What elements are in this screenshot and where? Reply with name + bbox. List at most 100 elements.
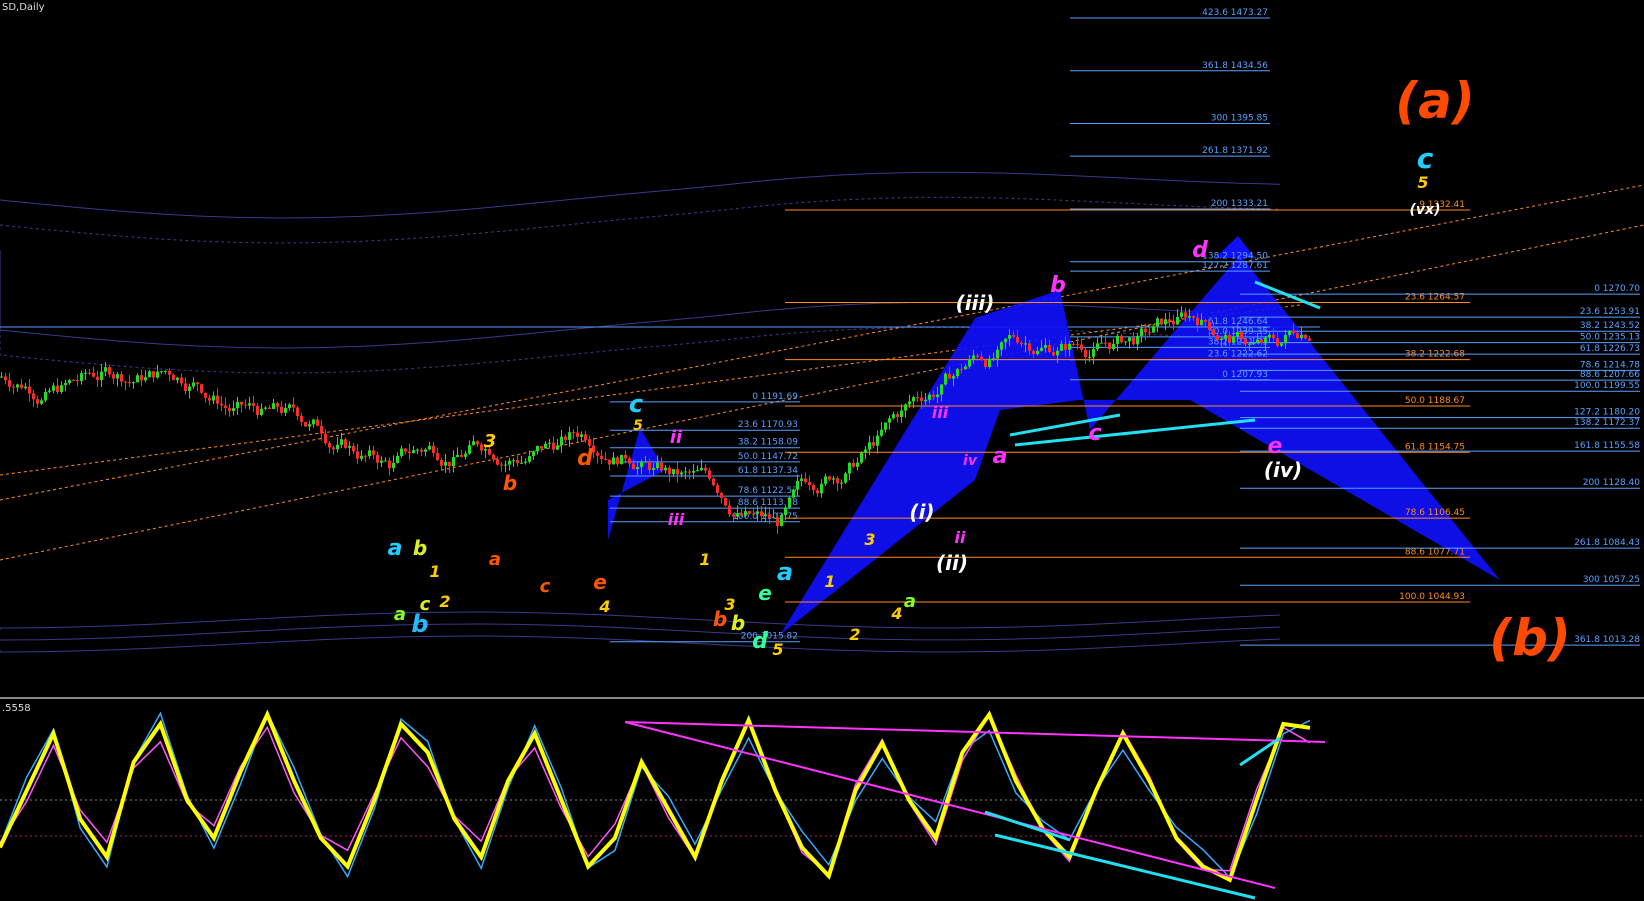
candle-body: [944, 373, 947, 385]
candle-body: [360, 455, 363, 459]
candle-body: [932, 394, 935, 398]
candle-body: [16, 384, 19, 388]
wave-label: ii: [670, 427, 683, 448]
candle-body: [1240, 331, 1243, 340]
candle-body: [464, 453, 467, 457]
arrow-line: [1009, 413, 1121, 437]
candle-body: [1028, 343, 1031, 351]
candle-body: [396, 455, 399, 463]
candle-body: [684, 471, 687, 473]
candle-body: [412, 450, 415, 454]
wave-label: 3: [484, 431, 497, 452]
wave-label: iv: [963, 453, 978, 469]
candle-body: [168, 370, 171, 375]
candle-body: [712, 478, 715, 486]
price-chart[interactable]: 0 1191.69 23.6 1170.93 38.2 1158.09 50.0 11…: [0, 0, 1644, 901]
candle-body: [568, 432, 571, 440]
wave-label: 5: [772, 640, 783, 659]
candle-body: [752, 513, 755, 515]
candle-body: [564, 436, 567, 440]
candle-body: [912, 397, 915, 402]
wave-label: e: [758, 581, 772, 605]
candle-body: [1076, 343, 1079, 345]
candle-body: [1204, 319, 1207, 322]
candle-body: [928, 394, 931, 400]
candle-body: [1024, 343, 1027, 345]
fib-label: 38.2 1158.09: [738, 438, 798, 448]
candle-body: [1012, 335, 1015, 337]
candle-body: [644, 461, 647, 463]
candle-body: [472, 441, 475, 446]
candle-body: [236, 401, 239, 409]
candle-body: [636, 467, 639, 470]
candle-body: [248, 403, 251, 406]
candle-body: [104, 367, 107, 372]
wave-label: 1: [699, 550, 710, 569]
candle-body: [28, 386, 31, 394]
candle-body: [400, 448, 403, 456]
candle-body: [388, 460, 391, 469]
candle-body: [796, 480, 799, 490]
candle-body: [468, 445, 471, 454]
fib-label: 61.8 1226.73: [1580, 344, 1640, 354]
wave-label: d: [752, 629, 768, 654]
candle-body: [408, 451, 411, 454]
candle-body: [56, 385, 59, 392]
band-line: [0, 171, 1281, 219]
wave-label: a: [904, 591, 916, 612]
candle-body: [4, 376, 7, 381]
wave-label: a: [777, 558, 793, 586]
candle-body: [1184, 312, 1187, 318]
candle-body: [1292, 330, 1295, 334]
candle-body: [1284, 334, 1287, 344]
candle-body: [1088, 356, 1091, 358]
candle-body: [884, 422, 887, 430]
candle-body: [1092, 349, 1095, 357]
candle-body: [748, 511, 751, 514]
candle-body: [188, 386, 191, 391]
candle-body: [580, 434, 583, 437]
candle-body: [1000, 342, 1003, 350]
candle-body: [776, 517, 779, 527]
indicator-value: .5558: [2, 703, 31, 714]
candle-body: [740, 513, 743, 516]
oscillator-signal: [0, 712, 1311, 875]
candle-body: [988, 358, 991, 368]
candle-body: [1120, 335, 1123, 343]
wave-label: 5: [1417, 173, 1428, 192]
candle-body: [836, 478, 839, 484]
candle-body: [1196, 317, 1199, 326]
candle-body: [172, 374, 175, 381]
candle-body: [596, 452, 599, 456]
candle-body: [584, 434, 587, 440]
candle-body: [832, 478, 835, 480]
candle-body: [156, 371, 159, 378]
candle-body: [80, 373, 83, 382]
candle-body: [200, 384, 203, 393]
candle-body: [940, 384, 943, 395]
candle-body: [624, 454, 627, 459]
candle-body: [436, 452, 439, 461]
fib-label: 200 1333.21: [1211, 199, 1268, 209]
candle-body: [696, 470, 699, 472]
wave-label: iii: [668, 510, 685, 529]
candle-body: [872, 442, 875, 446]
candle-body: [1032, 350, 1035, 355]
fib-label: 0 1207.93: [1222, 370, 1268, 380]
candle-body: [368, 450, 371, 457]
candle-body: [1008, 335, 1011, 339]
wave-label: (ii): [936, 551, 968, 575]
candle-body: [404, 448, 407, 452]
candle-body: [716, 485, 719, 493]
harmonic-pattern: [608, 428, 665, 540]
candle-body: [332, 447, 335, 450]
candle-body: [560, 436, 563, 446]
candle-body: [220, 403, 223, 406]
candle-body: [992, 358, 995, 360]
candle-body: [456, 454, 459, 458]
candle-body: [1080, 344, 1083, 350]
candle-body: [344, 439, 347, 448]
candle-body: [1048, 345, 1051, 353]
fib-label: 300 1395.85: [1211, 114, 1268, 124]
candle-body: [132, 382, 135, 384]
